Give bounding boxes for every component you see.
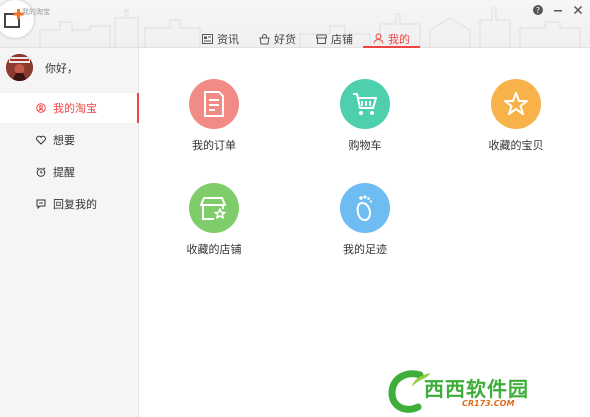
favorite-shops-button[interactable]: 收藏的店铺 [169, 183, 259, 273]
alarm-icon [36, 167, 46, 177]
star-icon [491, 79, 541, 129]
tab-goods[interactable]: 好货 [249, 31, 306, 47]
sidebar-item-reminders[interactable]: 提醒 [0, 157, 139, 187]
grid-item-label: 我的订单 [192, 139, 236, 152]
my-footprints-button[interactable]: 我的足迹 [320, 183, 410, 273]
grid-item-label: 收藏的店铺 [186, 243, 242, 256]
bag-icon [259, 33, 270, 44]
sidebar-item-wants[interactable]: 想要 [0, 125, 139, 155]
sidebar: 你好， 我的淘宝 想要 提醒 回复我的 [0, 48, 139, 417]
user-profile: 你好， [6, 54, 78, 81]
favorite-items-button[interactable]: 收藏的宝贝 [471, 79, 561, 169]
top-tabs: 资讯 好货 店铺 我的 [192, 31, 420, 48]
tab-label: 我的 [388, 32, 410, 46]
help-icon[interactable]: ? [532, 4, 544, 16]
user-circle-icon [36, 103, 46, 113]
tab-label: 好货 [274, 33, 296, 46]
tab-label: 资讯 [217, 33, 239, 46]
user-icon [373, 33, 384, 44]
sidebar-item-label: 我的淘宝 [53, 102, 97, 115]
sidebar-item-label: 提醒 [53, 166, 75, 179]
tab-label: 店铺 [331, 33, 353, 46]
svg-text:?: ? [536, 6, 540, 15]
message-icon [36, 199, 46, 209]
watermark-subtext: CR173.COM [462, 399, 515, 408]
window-title: 我的淘宝 [22, 8, 50, 16]
tab-mine[interactable]: 我的 [363, 31, 420, 48]
watermark-logo: 西西软件园 CR173.COM [384, 363, 590, 417]
grid-item-label: 购物车 [348, 139, 382, 152]
cart-icon [340, 79, 390, 129]
title-bar: 我的淘宝 ? 资讯 好货 店铺 我的 [0, 0, 590, 48]
close-icon[interactable] [572, 4, 584, 16]
avatar[interactable] [6, 54, 33, 81]
shop-icon [316, 34, 327, 44]
shopping-cart-button[interactable]: 购物车 [320, 79, 410, 169]
heart-icon [36, 135, 46, 145]
grid-item-label: 收藏的宝贝 [488, 139, 544, 152]
store-star-icon [189, 183, 239, 233]
sidebar-item-my-taobao[interactable]: 我的淘宝 [0, 93, 139, 123]
main-panel: 我的订单 购物车 收藏的宝贝 收藏的店铺 我的足迹 [140, 48, 590, 417]
sidebar-item-replies[interactable]: 回复我的 [0, 189, 139, 219]
minimize-icon[interactable] [552, 4, 564, 16]
watermark-text: 西西软件园 [424, 377, 529, 401]
footprint-icon [340, 183, 390, 233]
order-icon [189, 79, 239, 129]
tab-news[interactable]: 资讯 [192, 31, 249, 47]
sidebar-item-label: 想要 [53, 134, 75, 147]
tab-shops[interactable]: 店铺 [306, 31, 363, 47]
my-orders-button[interactable]: 我的订单 [169, 79, 259, 169]
sidebar-item-label: 回复我的 [53, 198, 97, 211]
greeting-text: 你好， [45, 61, 78, 75]
grid-item-label: 我的足迹 [343, 243, 387, 256]
news-icon [202, 34, 213, 44]
